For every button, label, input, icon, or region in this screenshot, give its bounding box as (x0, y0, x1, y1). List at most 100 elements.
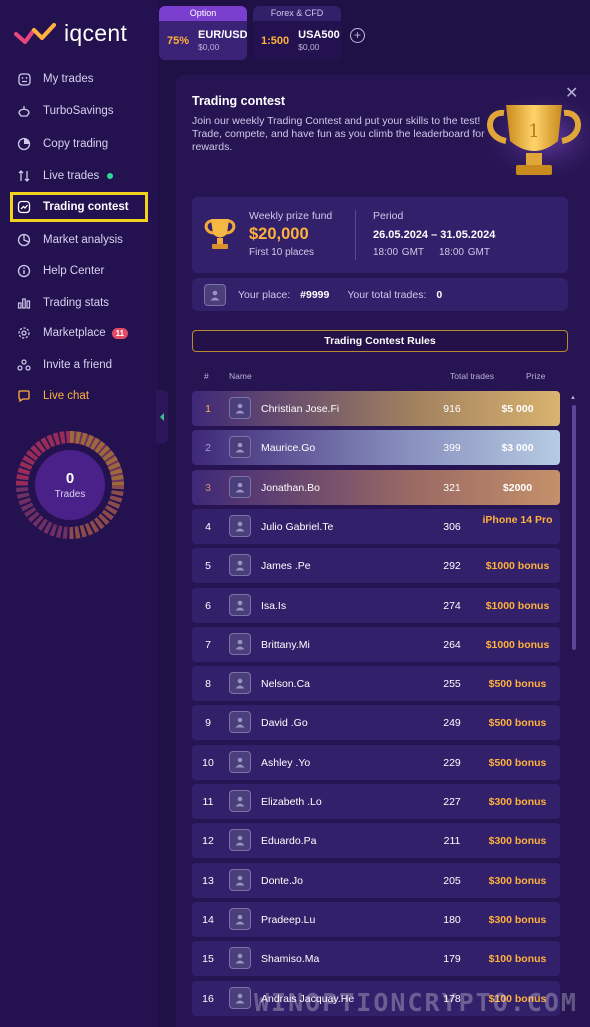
scrollbar[interactable] (572, 405, 576, 650)
trades-label: Trades (54, 489, 86, 500)
row-name: Donte.Jo (261, 875, 304, 887)
row-prize: $300 bonus (488, 875, 547, 887)
row-prize: $5 000 (501, 403, 534, 415)
avatar (229, 554, 251, 576)
leaderboard-row[interactable]: 13 Donte.Jo 205 $300 bonus (192, 863, 560, 898)
leaderboard-row[interactable]: 5 James .Pe 292 $1000 bonus (192, 548, 560, 583)
prize-fund-card: Weekly prize fund $20,000 First 10 place… (192, 197, 568, 273)
row-rank: 4 (205, 521, 211, 533)
stats-icon (16, 295, 32, 311)
sidebar-item-market-analysis[interactable]: Market analysis (10, 225, 148, 255)
leaderboard-header: # Name Total trades Prize (192, 371, 568, 385)
sidebar-item-live-chat[interactable]: Live chat (10, 381, 148, 411)
avatar (229, 397, 251, 419)
user-icon (235, 403, 245, 414)
row-name: Eduardo.Pa (261, 835, 317, 847)
sidebar-collapse-handle[interactable] (156, 390, 168, 444)
row-name: Christian Jose.Fi (261, 403, 340, 415)
row-name: Jonathan.Bo (261, 482, 320, 494)
live-trades-icon (16, 168, 32, 184)
leaderboard-row[interactable]: 6 Isa.Is 274 $1000 bonus (192, 588, 560, 623)
sidebar-item-help-center[interactable]: Help Center (10, 256, 148, 286)
copy-icon (16, 136, 32, 152)
panel-title: Trading contest (192, 94, 286, 108)
user-icon (235, 914, 245, 925)
watermark: WINOPTIONCRYPTO.COM (254, 988, 578, 1017)
leaderboard-row[interactable]: 4 Julio Gabriel.Te 306 iPhone 14 Pro (192, 509, 560, 544)
user-icon (235, 757, 245, 768)
user-icon (235, 560, 245, 571)
sidebar-item-marketplace[interactable]: Marketplace 11 (10, 318, 148, 348)
leverage-value: 1:500 (261, 34, 290, 47)
leaderboard-row[interactable]: 12 Eduardo.Pa 211 $300 bonus (192, 823, 560, 858)
your-total-value: 0 (436, 288, 443, 301)
row-rank: 15 (202, 953, 214, 965)
row-name: Brittany.Mi (261, 639, 310, 651)
sidebar-item-turbosavings[interactable]: TurboSavings (10, 96, 148, 126)
avatar (229, 829, 251, 851)
row-rank: 12 (202, 835, 214, 847)
prize-fund-amount: $20,000 (249, 225, 309, 243)
logo[interactable]: iqcent (14, 20, 127, 46)
user-icon (235, 521, 245, 532)
invite-icon (16, 357, 32, 373)
row-prize: $500 bonus (488, 678, 547, 690)
user-icon (235, 796, 245, 807)
leaderboard-row[interactable]: 8 Nelson.Ca 255 $500 bonus (192, 666, 560, 701)
leaderboard-row[interactable]: 10 Ashley .Yo 229 $500 bonus (192, 745, 560, 780)
row-name: Elizabeth .Lo (261, 796, 322, 808)
leaderboard-row[interactable]: 9 David .Go 249 $500 bonus (192, 705, 560, 740)
your-total-label: Your total trades: (347, 288, 427, 301)
row-trades: 306 (443, 521, 461, 533)
svg-text:1: 1 (528, 121, 539, 142)
sidebar-item-my-trades[interactable]: My trades (10, 64, 148, 94)
row-prize: $500 bonus (488, 757, 547, 769)
row-trades: 179 (443, 953, 461, 965)
sidebar-item-live-trades[interactable]: Live trades (10, 161, 148, 191)
row-prize: $1000 bonus (485, 560, 550, 572)
sidebar-item-label: Trading stats (43, 297, 110, 309)
asset-symbol: USA500 (298, 28, 340, 41)
row-trades: 180 (443, 914, 461, 926)
sidebar-item-copy-trading[interactable]: Copy trading (10, 129, 148, 159)
user-icon (235, 717, 245, 728)
trades-icon (16, 71, 32, 87)
row-rank: 13 (202, 875, 214, 887)
row-rank: 10 (202, 757, 214, 769)
row-trades: 211 (443, 835, 461, 847)
sidebar-item-label: TurboSavings (43, 105, 114, 117)
avatar (229, 751, 251, 773)
leaderboard-row[interactable]: 1 Christian Jose.Fi 916 $5 000 (192, 391, 560, 426)
avatar (229, 790, 251, 812)
sidebar-item-label: My trades (43, 73, 94, 85)
leaderboard-row[interactable]: 3 Jonathan.Bo 321 $2000 (192, 470, 560, 505)
row-rank: 16 (202, 993, 214, 1005)
leaderboard-row[interactable]: 14 Pradeep.Lu 180 $300 bonus (192, 902, 560, 937)
asset-tab-forex[interactable]: Forex & CFD 1:500 USA500 $0,00 (253, 6, 341, 60)
row-rank: 6 (205, 600, 211, 612)
sidebar-item-trading-contest[interactable]: Trading contest (10, 192, 148, 222)
sidebar-item-invite-friend[interactable]: Invite a friend (10, 350, 148, 380)
contest-rules-button[interactable]: Trading Contest Rules (192, 330, 568, 352)
scroll-up-icon[interactable]: ▲ (570, 395, 576, 401)
asset-tab-option[interactable]: Option 75% EUR/USD $0,00 (159, 6, 247, 60)
avatar (229, 594, 251, 616)
leaderboard-row[interactable]: 11 Elizabeth .Lo 227 $300 bonus (192, 784, 560, 819)
your-place-value: #9999 (300, 288, 330, 301)
sidebar-item-label: Live chat (43, 390, 90, 402)
column-name: Name (229, 371, 252, 381)
add-asset-button[interactable]: + (350, 28, 365, 43)
leaderboard-row[interactable]: 7 Brittany.Mi 264 $1000 bonus (192, 627, 560, 662)
leaderboard-row[interactable]: 15 Shamiso.Ma 179 $100 bonus (192, 941, 560, 976)
sidebar-item-trading-stats[interactable]: Trading stats (10, 288, 148, 318)
column-rank: # (204, 371, 209, 381)
row-prize: $100 bonus (488, 953, 547, 965)
sidebar-item-label: Market analysis (43, 234, 123, 246)
asset-symbol: EUR/USD (198, 28, 247, 41)
avatar (229, 711, 251, 733)
logo-mark-icon (14, 23, 56, 44)
row-trades: 264 (443, 639, 461, 651)
leaderboard-row[interactable]: 2 Maurice.Go 399 $3 000 (192, 430, 560, 465)
sidebar-item-label: Live trades (43, 170, 100, 182)
sidebar-item-label: Invite a friend (43, 359, 113, 371)
